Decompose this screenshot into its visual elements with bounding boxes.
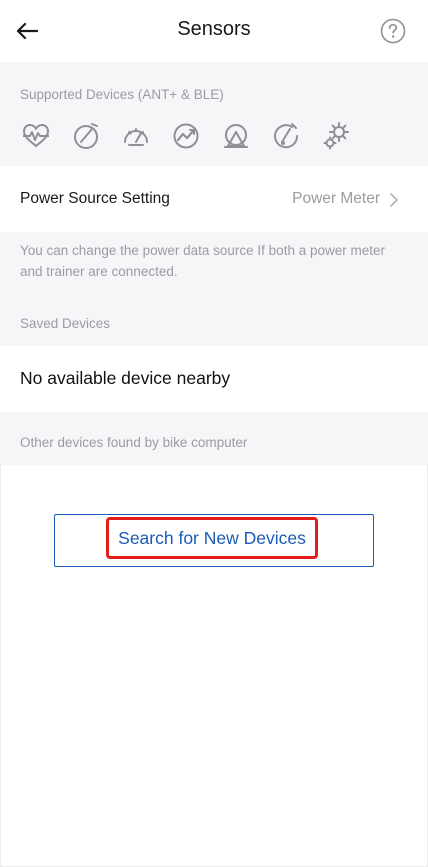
trainer-icon xyxy=(224,124,248,148)
power-source-label: Power Source Setting xyxy=(20,190,170,207)
saved-devices-label: Saved Devices xyxy=(20,316,111,331)
power-source-description: You can change the power data source If … xyxy=(20,243,385,279)
heart-rate-icon xyxy=(22,123,50,148)
search-highlight-box[interactable]: Search for New Devices xyxy=(106,517,318,559)
chevron-right-icon xyxy=(390,193,398,207)
header-bar: Sensors xyxy=(0,0,428,62)
speedometer-icon xyxy=(124,128,148,146)
search-devices-label: Search for New Devices xyxy=(118,527,306,548)
supported-devices-label: Supported Devices (ANT+ & BLE) xyxy=(20,87,224,102)
page-title: Sensors xyxy=(177,18,251,40)
speed-sensor-icon xyxy=(74,123,98,149)
question-circle-icon xyxy=(380,18,406,44)
power-source-value: Power Meter xyxy=(292,190,380,207)
supported-device-icons xyxy=(20,120,370,152)
gear-shift-icon xyxy=(323,122,349,150)
power-icon xyxy=(173,123,199,149)
help-button[interactable] xyxy=(380,18,406,44)
no-device-message: No available device nearby xyxy=(20,368,231,388)
other-devices-label: Other devices found by bike computer xyxy=(20,435,248,450)
cadence-icon xyxy=(274,123,299,149)
